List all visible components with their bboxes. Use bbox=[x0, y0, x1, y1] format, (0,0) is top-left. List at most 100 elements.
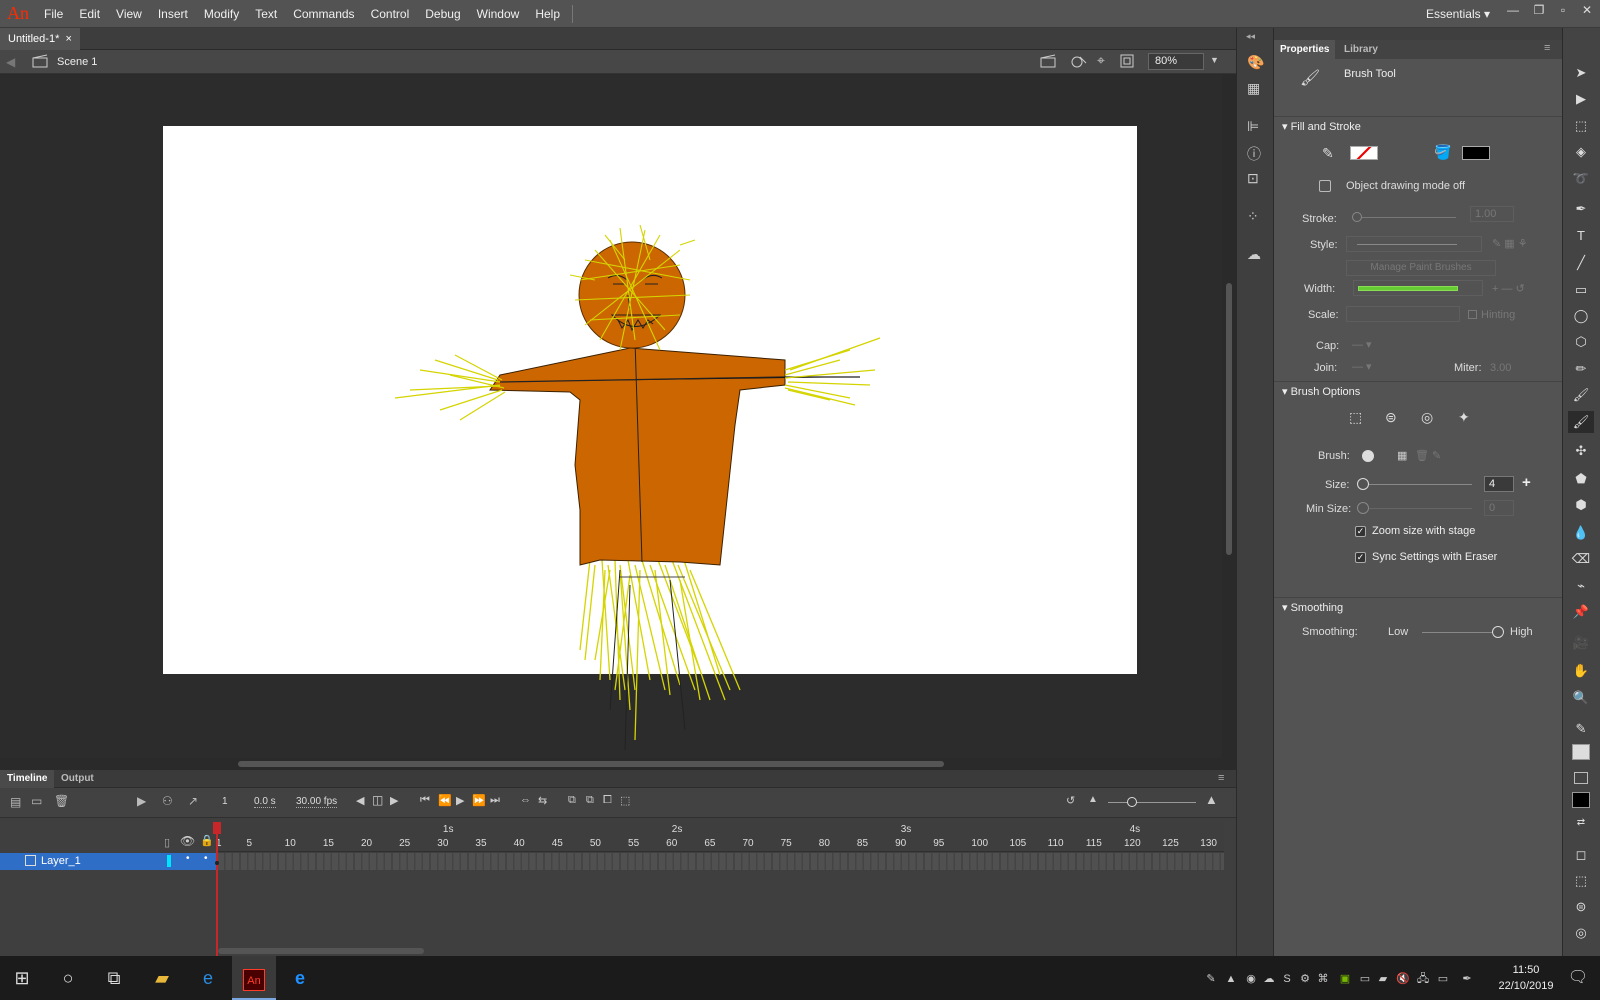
tab-library[interactable]: Library bbox=[1338, 40, 1384, 59]
volume-muted-icon[interactable]: 🔇 bbox=[1396, 972, 1410, 986]
eraser-tool-icon[interactable]: ⌫ bbox=[1568, 548, 1594, 570]
sync-eraser-checkbox[interactable]: ✓ bbox=[1355, 552, 1366, 563]
graph-icon[interactable]: ↗ bbox=[188, 794, 198, 808]
pen-tray-icon[interactable]: ✎ bbox=[1204, 972, 1218, 986]
menu-commands[interactable]: Commands bbox=[285, 0, 362, 28]
smoothing-slider-handle[interactable] bbox=[1492, 626, 1504, 638]
join-dropdown[interactable]: — ▾ bbox=[1352, 360, 1372, 373]
clock-time[interactable]: 11:50 bbox=[1496, 964, 1556, 976]
menu-help[interactable]: Help bbox=[527, 0, 568, 28]
color-panel-icon[interactable]: 🎨 bbox=[1247, 54, 1264, 71]
windows-start-icon[interactable]: ⊞ bbox=[0, 956, 44, 1000]
tray-icon-5[interactable]: ⌘ bbox=[1316, 972, 1330, 986]
zoom-tool-icon[interactable]: 🔍 bbox=[1568, 687, 1594, 709]
keyframe-dot[interactable] bbox=[215, 861, 219, 865]
cortana-icon[interactable]: ○ bbox=[46, 956, 90, 1000]
hand-tool-icon[interactable]: ✋ bbox=[1568, 660, 1594, 682]
stroke-color-tool-swatch[interactable] bbox=[1572, 744, 1590, 760]
go-to-last-icon[interactable]: ⏭ bbox=[490, 794, 500, 807]
selection-tool-icon[interactable]: ➤ bbox=[1568, 62, 1594, 84]
current-frame[interactable]: 1 bbox=[222, 796, 228, 807]
brush-options-header[interactable]: ▾ Brush Options bbox=[1274, 381, 1562, 401]
fill-stroke-header[interactable]: ▾ Fill and Stroke bbox=[1274, 116, 1562, 136]
network-icon[interactable]: 🖧 bbox=[1416, 972, 1430, 986]
tab-timeline[interactable]: Timeline bbox=[0, 770, 55, 788]
width-tool-icon[interactable]: ⌁ bbox=[1568, 575, 1594, 597]
components-icon[interactable]: ⁘ bbox=[1247, 208, 1259, 225]
width-dropdown[interactable] bbox=[1353, 280, 1483, 296]
close-window-button[interactable]: ✕ bbox=[1574, 0, 1600, 22]
animate-taskbar-icon[interactable]: An bbox=[232, 956, 276, 1000]
lock-fill-tool-icon[interactable]: ⬚ bbox=[1568, 870, 1594, 892]
maximize-button[interactable]: ▫ bbox=[1550, 0, 1576, 22]
size-slider-handle[interactable] bbox=[1357, 478, 1369, 490]
lock-icon[interactable]: 🔒 bbox=[200, 834, 214, 847]
stroke-slider-handle[interactable] bbox=[1352, 212, 1362, 222]
tray-icon-3[interactable]: S bbox=[1280, 972, 1294, 986]
edge-icon[interactable]: e bbox=[278, 956, 322, 1000]
restore-button[interactable]: ❐ bbox=[1526, 0, 1552, 22]
scene-label[interactable]: Scene 1 bbox=[57, 56, 97, 68]
fill-color-tool-icon[interactable] bbox=[1574, 772, 1588, 784]
layer-row[interactable]: Layer_1 • • bbox=[0, 853, 217, 870]
transform-icon[interactable]: ⊡ bbox=[1247, 170, 1259, 187]
bone-tool-icon[interactable]: ✣ bbox=[1568, 440, 1594, 462]
brush-tool-icon[interactable]: 🖌 bbox=[1568, 411, 1594, 433]
playhead[interactable] bbox=[213, 822, 221, 956]
snap-icon[interactable]: ⌖ bbox=[1097, 52, 1105, 69]
workspace-switcher[interactable]: Essentials ▾ bbox=[1426, 0, 1490, 28]
frame-ruler[interactable]: 1 5 10 15 20 25 30 35 40 45 50 55 60 65 70 75 80 85 90 95 10… bbox=[216, 822, 1224, 852]
layer-name[interactable]: Layer_1 bbox=[41, 855, 81, 867]
layer-parenting-icon[interactable]: ⚇ bbox=[162, 794, 173, 808]
brush-new-icon[interactable]: ▦ bbox=[1397, 449, 1407, 462]
horizontal-scrollbar[interactable] bbox=[0, 758, 1222, 770]
camera-icon[interactable]: ▶ bbox=[137, 794, 146, 808]
lock-fill-icon[interactable]: ⬚ bbox=[1349, 409, 1362, 426]
brush-mode-icon[interactable]: ⊜ bbox=[1385, 409, 1397, 426]
zoom-chevron-icon[interactable]: ▼ bbox=[1210, 55, 1219, 65]
panel-menu-icon[interactable]: ≡ bbox=[1218, 772, 1224, 784]
scale-dropdown[interactable] bbox=[1346, 306, 1460, 322]
pressure-icon[interactable]: ◎ bbox=[1421, 409, 1433, 426]
tray-icon-1[interactable]: ▲ bbox=[1224, 972, 1238, 986]
paint-brush-tool-icon[interactable]: 🖌 bbox=[1568, 384, 1594, 406]
edit-style-icon[interactable]: ✎ ▦ ⚘ bbox=[1492, 237, 1528, 250]
rectangle-tool-icon[interactable]: ▭ bbox=[1568, 279, 1594, 301]
refresh-icon[interactable]: ↺ bbox=[1066, 794, 1075, 807]
min-size-slider[interactable] bbox=[1364, 508, 1472, 509]
scarecrow-drawing[interactable] bbox=[380, 220, 920, 760]
tab-properties[interactable]: Properties bbox=[1274, 40, 1336, 59]
file-explorer-icon[interactable]: ▰ bbox=[140, 956, 184, 1000]
edit-multiple-frames-icon[interactable]: ⧠ bbox=[603, 794, 612, 807]
paint-bucket-tool-icon[interactable]: ⬟ bbox=[1568, 468, 1594, 490]
3d-rotation-tool-icon[interactable]: ◈ bbox=[1568, 141, 1594, 163]
smoothing-slider[interactable] bbox=[1422, 632, 1498, 633]
menu-view[interactable]: View bbox=[108, 0, 150, 28]
menu-window[interactable]: Window bbox=[469, 0, 528, 28]
min-size-slider-handle[interactable] bbox=[1357, 502, 1369, 514]
battery-icon[interactable]: ▭ bbox=[1436, 972, 1450, 986]
stroke-color-swatch[interactable] bbox=[1350, 146, 1378, 160]
step-forward-icon[interactable]: ⏩ bbox=[472, 794, 486, 807]
brush-mode-tool-icon[interactable]: ⊜ bbox=[1568, 896, 1594, 918]
clock-date[interactable]: 22/10/2019 bbox=[1488, 980, 1564, 992]
pen-settings-icon[interactable]: ✒ bbox=[1460, 972, 1474, 986]
stroke-slider[interactable] bbox=[1356, 217, 1456, 218]
task-view-icon[interactable]: ⧉ bbox=[92, 956, 136, 1000]
polystar-tool-icon[interactable]: ⬡ bbox=[1568, 331, 1594, 353]
onion-skin-icon[interactable]: ⧉ bbox=[568, 794, 576, 807]
new-folder-icon[interactable]: ▭ bbox=[31, 794, 42, 808]
fill-color-swatch[interactable] bbox=[1462, 146, 1490, 160]
tray-icon-6[interactable]: ▭ bbox=[1358, 972, 1372, 986]
pencil-tool-icon[interactable]: ✏ bbox=[1568, 358, 1594, 380]
swap-colors-icon[interactable]: ⇄ bbox=[1568, 812, 1594, 834]
timeline-scroll-thumb[interactable] bbox=[218, 948, 424, 954]
size-value[interactable]: 4 bbox=[1484, 476, 1514, 492]
tilt-icon[interactable]: ✦ bbox=[1458, 409, 1470, 426]
stroke-value[interactable]: 1.00 bbox=[1470, 206, 1514, 222]
play-icon[interactable]: ▶ bbox=[456, 794, 464, 807]
internet-explorer-icon[interactable]: e bbox=[186, 956, 230, 1000]
zoom-small-icon[interactable]: ▲ bbox=[1088, 794, 1098, 805]
layer-lock-dot[interactable]: • bbox=[204, 853, 208, 864]
style-dropdown[interactable] bbox=[1346, 236, 1482, 252]
